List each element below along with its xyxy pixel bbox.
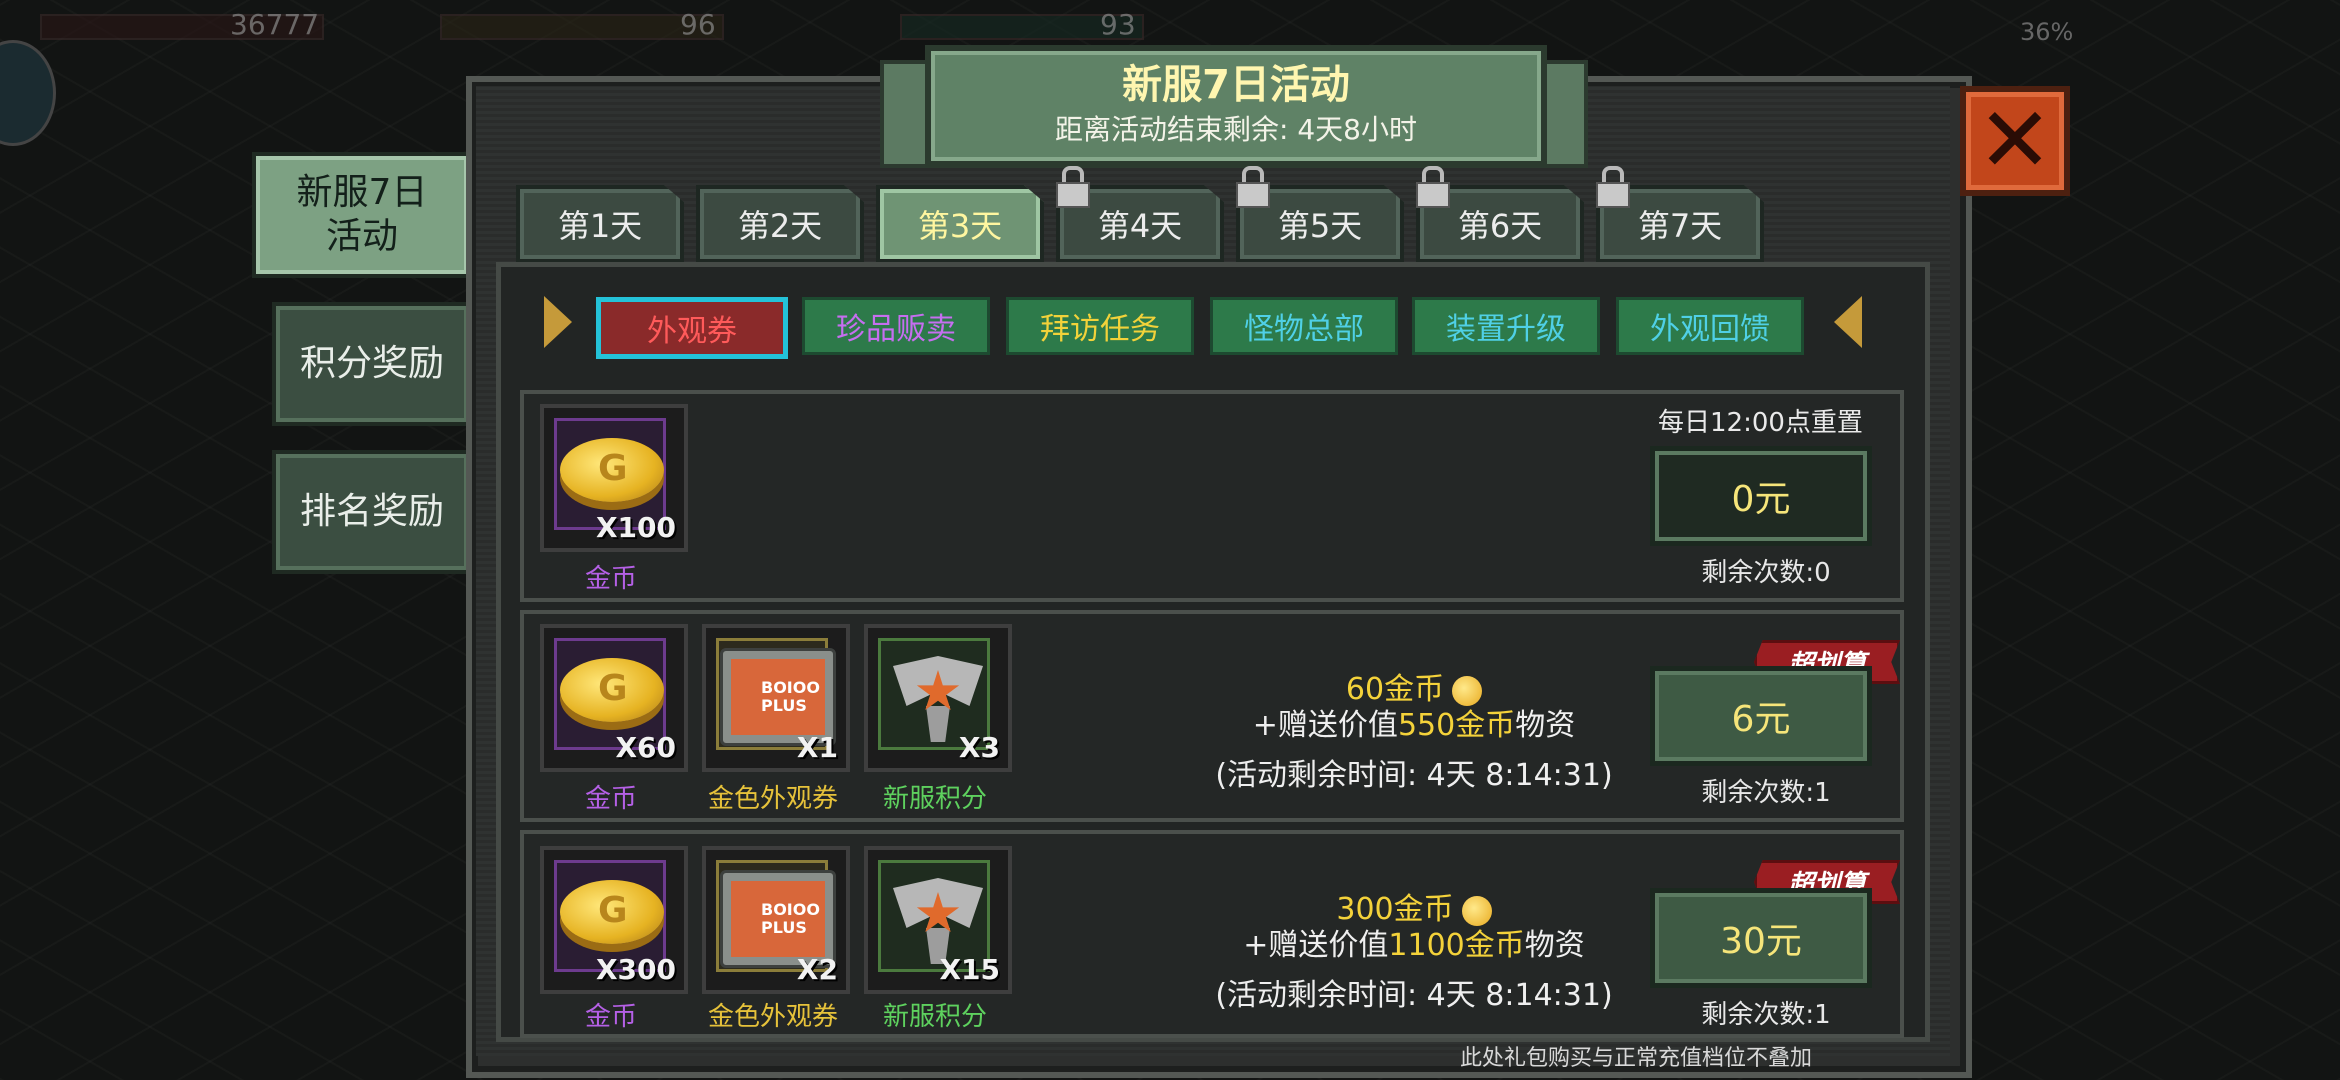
remaining-count: 剩余次数:1 (1701, 778, 1831, 808)
lock-icon (1596, 166, 1630, 208)
category-tab-appearance-ticket[interactable]: 外观券 (596, 297, 788, 359)
category-tab-device-upgrade[interactable]: 装置升级 (1412, 297, 1600, 355)
item-slot-appearance-ticket[interactable]: BOIOO PLUS X1 (702, 624, 850, 772)
category-tab-rare-sale[interactable]: 珍品贩卖 (802, 297, 990, 355)
buy-button[interactable]: 30元 (1650, 888, 1872, 988)
item-slot-gold-coin[interactable]: X60 (540, 624, 688, 772)
item-qty: X60 (615, 731, 676, 764)
item-qty: X15 (939, 953, 1000, 986)
offer-time-left: (活动剩余时间: 4天 8:14:31) (1215, 978, 1613, 1013)
remaining-count: 剩余次数:1 (1701, 1000, 1831, 1030)
day-tab-3[interactable]: 第3天 (876, 185, 1044, 263)
close-icon: ✕ (1977, 88, 2053, 193)
day-tab-2[interactable]: 第2天 (696, 185, 864, 263)
item-qty: X300 (595, 953, 676, 986)
offer-bonus-line: +赠送价值1100金币物资 (1243, 928, 1585, 963)
category-tab-visit-quest[interactable]: 拜访任务 (1006, 297, 1194, 355)
item-name: 金币 (584, 1002, 637, 1032)
item-qty: X1 (796, 731, 838, 764)
item-name: 金色外观券 (707, 784, 838, 814)
gold-coin-icon (560, 658, 664, 722)
item-qty: X2 (796, 953, 838, 986)
side-tab-points-reward[interactable]: 积分奖励 (272, 302, 472, 426)
gold-coin-icon (560, 438, 664, 502)
side-tab-new-server-7day[interactable]: 新服7日 活动 (252, 152, 472, 278)
hud-value-1: 36777 (230, 8, 320, 41)
scroll-right-arrow-icon[interactable] (544, 296, 572, 348)
buy-button[interactable]: 0元 (1650, 446, 1872, 546)
banner-countdown: 距离活动结束剩余: 4天8小时 (1055, 113, 1417, 146)
item-name: 金币 (584, 564, 637, 594)
item-name: 金色外观券 (707, 1002, 838, 1032)
close-button[interactable]: ✕ (1960, 86, 2070, 196)
day-tab-1[interactable]: 第1天 (516, 185, 684, 263)
banner-title: 新服7日活动 (1122, 62, 1350, 108)
lock-icon (1236, 166, 1270, 208)
side-tab-ranking-reward[interactable]: 排名奖励 (272, 450, 472, 574)
item-slot-gold-coin[interactable]: X300 (540, 846, 688, 994)
hud-value-3: 93 (1100, 8, 1136, 41)
offer-bonus-line: +赠送价值550金币物资 (1252, 708, 1576, 743)
item-name: 新服积分 (882, 1002, 987, 1032)
lock-icon (1056, 166, 1090, 208)
hud-value-4: 36% (2020, 18, 2074, 46)
category-tab-appearance-feedback[interactable]: 外观回馈 (1616, 297, 1804, 355)
purchase-footnote: 此处礼包购买与正常充值档位不叠加 (1460, 1046, 1813, 1071)
item-name: 金币 (584, 784, 637, 814)
item-slot-appearance-ticket[interactable]: BOIOO PLUS X2 (702, 846, 850, 994)
remaining-count: 剩余次数:0 (1701, 558, 1831, 588)
lock-icon (1416, 166, 1450, 208)
category-tab-monster-hq[interactable]: 怪物总部 (1210, 297, 1398, 355)
item-qty: X100 (595, 511, 676, 544)
buy-button[interactable]: 6元 (1650, 666, 1872, 766)
gold-coin-icon (560, 880, 664, 944)
hud-value-2: 96 (680, 8, 716, 41)
scroll-left-arrow-icon[interactable] (1834, 296, 1862, 348)
item-slot-server-points[interactable]: X15 (864, 846, 1012, 994)
item-slot-gold-coin[interactable]: X100 (540, 404, 688, 552)
item-qty: X3 (958, 731, 1000, 764)
item-slot-server-points[interactable]: X3 (864, 624, 1012, 772)
item-name: 新服积分 (882, 784, 987, 814)
offer-time-left: (活动剩余时间: 4天 8:14:31) (1215, 758, 1613, 793)
reset-note: 每日12:00点重置 (1658, 408, 1863, 438)
